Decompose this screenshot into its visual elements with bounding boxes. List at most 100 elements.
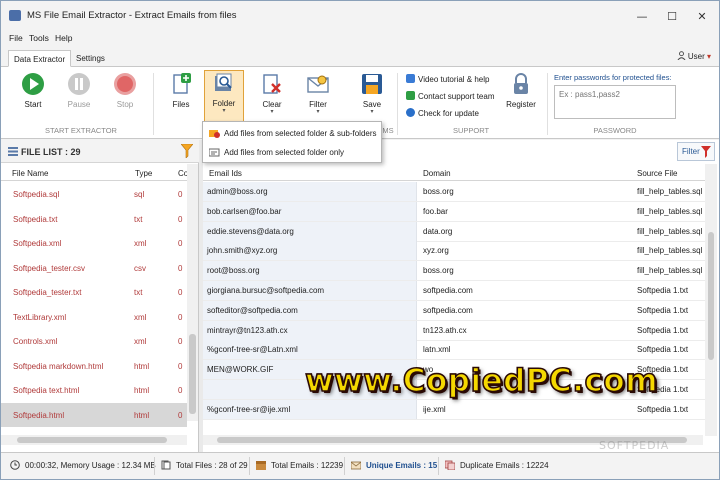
domain-cell: foo.bar	[423, 206, 448, 216]
email-row[interactable]: %gconf-tree-sr@Latn.xml latn.xml Softpedia…	[203, 340, 713, 361]
chevron-down-icon: ▾	[316, 108, 320, 115]
email-cell: giorgiana.bursuc@softpedia.com	[203, 281, 417, 300]
close-button[interactable]: ✕	[687, 7, 717, 27]
file-list-row[interactable]: Softpedia_tester.csv csv 0	[1, 256, 187, 280]
file-list-row[interactable]: Softpedia text.html html 0	[1, 378, 187, 402]
status-bar: 00:00:32, Memory Usage : 12.34 MB Total …	[1, 452, 719, 479]
unique-emails-label: Unique Emails :	[366, 461, 427, 470]
email-row[interactable]: john.smith@xyz.org xyz.org fill_help_table…	[203, 241, 713, 262]
minimize-button[interactable]: —	[627, 7, 657, 27]
email-vertical-scrollbar[interactable]	[705, 164, 717, 436]
file-list-vertical-scrollbar[interactable]	[187, 164, 198, 421]
email-cell: %gconf-tree-sr@Latn.xml	[203, 340, 417, 360]
contact-support-link[interactable]: Contact support team	[406, 91, 494, 103]
column-type[interactable]: Type	[135, 169, 152, 178]
duplicate-icon	[445, 460, 455, 470]
total-files-value: 28 of 29	[218, 461, 248, 470]
column-source-file[interactable]: Source File	[637, 169, 677, 178]
email-row[interactable]: softeditor@softpedia.com softpedia.com Sof…	[203, 300, 713, 321]
check-update-link[interactable]: Check for update	[406, 108, 479, 120]
user-menu[interactable]: User ▾	[677, 51, 711, 61]
status-separator	[344, 457, 345, 475]
menu-tools[interactable]: Tools	[29, 33, 49, 43]
register-button[interactable]: Register	[501, 72, 541, 118]
user-icon	[677, 51, 686, 61]
source-file-cell: Softpedia 1.txt	[637, 345, 689, 355]
file-list-row[interactable]: Softpedia.txt txt 0	[1, 207, 187, 231]
add-files-button[interactable]: Files	[161, 72, 201, 118]
file-count-cell: 0	[178, 386, 183, 395]
password-input[interactable]	[554, 85, 676, 119]
file-list-column-headers: File Name Type Co	[1, 164, 188, 181]
email-cell: softeditor@softpedia.com	[203, 300, 417, 320]
chevron-down-icon: ▾	[706, 52, 711, 61]
email-cell: mintrayr@tn123.ath.cx	[203, 320, 417, 340]
file-list-row[interactable]: Controls.xml xml 0	[1, 329, 187, 353]
source-file-cell: fill_help_tables.sql	[637, 187, 703, 196]
tab-data-extractor[interactable]: Data Extractor	[8, 50, 72, 67]
filter-button[interactable]: Filter	[677, 142, 715, 161]
menu-item-folder-and-subfolders[interactable]: Add files from selected folder & sub-fol…	[203, 124, 381, 143]
source-file-cell: fill_help_tables.sql	[637, 226, 703, 236]
file-type-cell: txt	[134, 288, 143, 297]
folder-single-icon	[209, 148, 220, 157]
file-list-row[interactable]: TextLibrary.xml xml 0	[1, 305, 187, 329]
file-list-row[interactable]: Softpedia.html html 0	[1, 402, 187, 427]
file-list-row[interactable]: Softpedia_tester.txt txt 0	[1, 280, 187, 304]
file-count-cell: 0	[178, 288, 183, 297]
chevron-down-icon: ▾	[270, 108, 274, 115]
file-type-cell: sql	[134, 190, 145, 199]
save-button[interactable]: Save ▾	[352, 72, 392, 118]
funnel-icon	[701, 146, 711, 158]
files-label: Files	[172, 100, 190, 109]
file-list-row[interactable]: Softpedia.xml xml 0	[1, 231, 187, 255]
video-tutorial-link[interactable]: Video tutorial & help	[406, 74, 489, 86]
contact-support-label: Contact support team	[418, 92, 495, 101]
menu-bar: File Tools Help	[1, 31, 719, 47]
menu-item-folder-only[interactable]: Add files from selected folder only	[203, 143, 381, 162]
email-row[interactable]: giorgiana.bursuc@softpedia.com softpedia.…	[203, 281, 713, 301]
file-list-horizontal-scrollbar[interactable]	[1, 435, 187, 445]
funnel-icon[interactable]	[181, 144, 193, 158]
app-window: MS File Email Extractor - Extract Emails…	[0, 0, 720, 480]
email-row[interactable]: root@boss.org boss.org fill_help_tables.sq…	[203, 261, 713, 282]
email-row[interactable]: %gconf-tree-sr@ije.xml ije.xml Softpedia 1…	[203, 399, 713, 420]
tab-settings[interactable]: Settings	[71, 50, 110, 67]
file-name-cell: Softpedia_tester.txt	[13, 288, 82, 297]
email-row[interactable]: admin@boss.org boss.org fill_help_tables.s…	[203, 182, 713, 202]
start-button[interactable]: Start	[13, 72, 53, 118]
stop-button[interactable]: Stop	[105, 72, 145, 118]
file-count-cell: 0	[178, 190, 183, 199]
scroll-thumb[interactable]	[189, 334, 196, 414]
email-row[interactable]: bob.carlsen@foo.bar foo.bar fill_help_tabl…	[203, 201, 713, 222]
file-count-cell: 0	[178, 239, 183, 248]
chevron-down-icon: ▾	[370, 108, 374, 115]
domain-cell: latn.xml	[423, 345, 451, 355]
scroll-thumb[interactable]	[708, 232, 714, 360]
file-list-row[interactable]: Softpedia markdown.html html 0	[1, 354, 187, 378]
domain-cell: boss.org	[423, 266, 454, 276]
column-file-name[interactable]: File Name	[12, 169, 48, 178]
column-domain[interactable]: Domain	[423, 169, 451, 178]
watermark-text: www.CopiedPC.com	[304, 362, 659, 400]
grid-icon	[8, 147, 18, 156]
stop-label: Stop	[116, 100, 134, 109]
clock-icon	[10, 460, 20, 470]
email-row[interactable]: mintrayr@tn123.ath.cx tn123.ath.cx Softped…	[203, 320, 713, 341]
clear-button[interactable]: Clear ▾	[252, 72, 292, 118]
pause-button[interactable]: Pause	[59, 72, 99, 118]
file-list-row[interactable]: Softpedia.sql sql 0	[1, 182, 187, 206]
scroll-thumb[interactable]	[17, 437, 167, 443]
folder-button[interactable]: Folder ▾	[204, 70, 244, 122]
column-email-ids[interactable]: Email Ids	[209, 169, 242, 178]
ribbon-separator	[397, 73, 398, 135]
email-row[interactable]: eddie.stevens@data.org data.org fill_help_…	[203, 221, 713, 242]
status-separator	[438, 457, 439, 475]
maximize-button[interactable]: ☐	[657, 7, 687, 27]
menu-help[interactable]: Help	[55, 33, 72, 43]
emails-box-icon	[256, 461, 266, 470]
menu-file[interactable]: File	[9, 33, 23, 43]
file-list-title: FILE LIST : 29	[21, 147, 81, 157]
filter-mail-button[interactable]: Filter ▾	[298, 72, 338, 118]
app-icon	[9, 10, 21, 21]
